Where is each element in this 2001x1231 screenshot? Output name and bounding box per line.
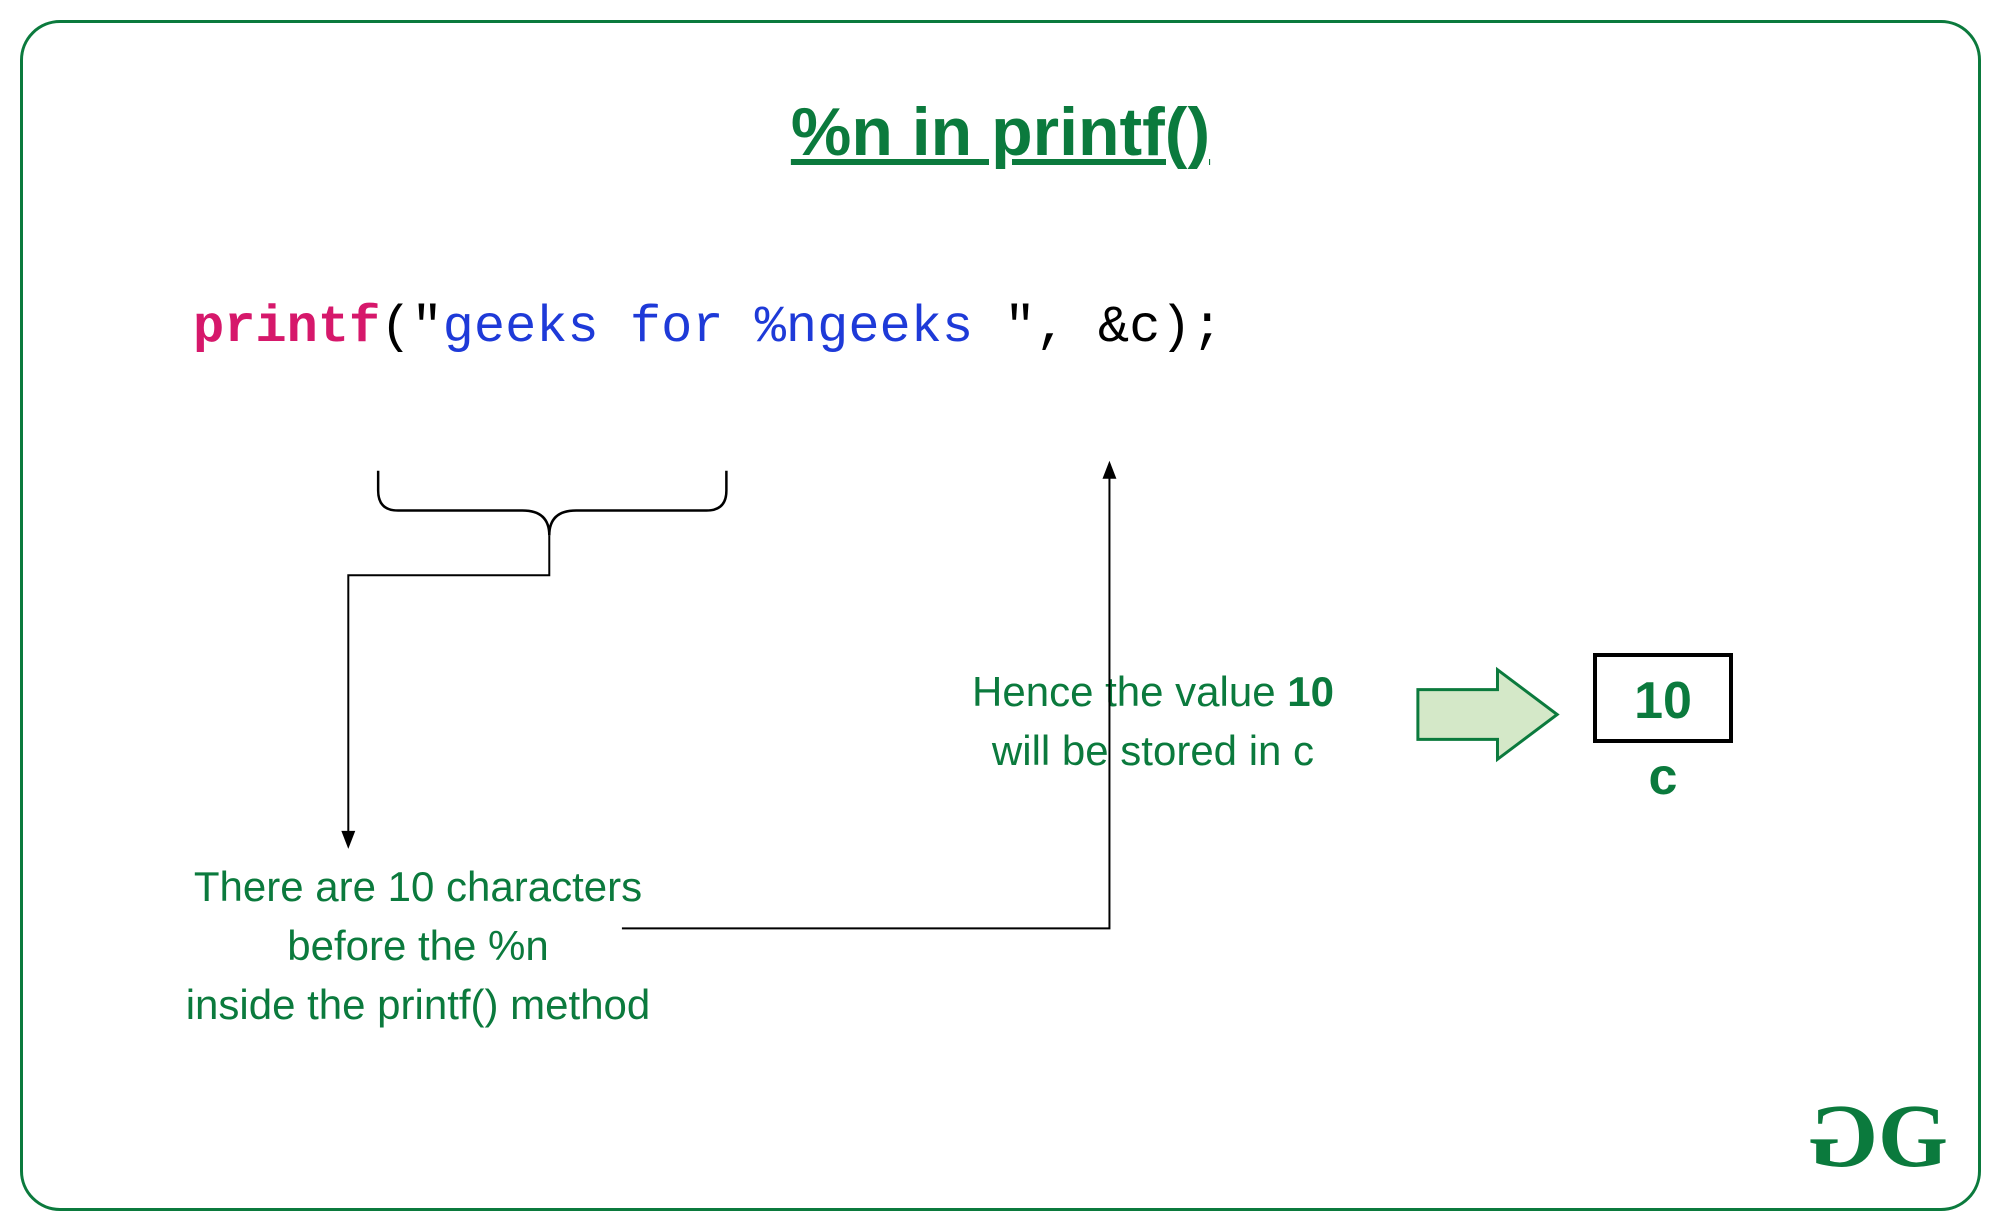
code-quote2: " — [1004, 298, 1035, 357]
arrowhead-left — [341, 831, 355, 849]
explain-stored-value: 10 — [1287, 668, 1334, 715]
arrowhead-up — [1102, 461, 1116, 479]
logo-g: G — [1878, 1087, 1938, 1186]
brace-icon — [378, 471, 726, 536]
code-open: ( — [380, 298, 411, 357]
big-arrow-icon — [1418, 670, 1557, 760]
value-box-label: c — [1593, 747, 1733, 807]
diagram-title: %n in printf() — [23, 93, 1978, 171]
value-box: 10 — [1593, 653, 1733, 743]
code-fn: printf — [193, 298, 380, 357]
code-tail: , &c); — [1036, 298, 1223, 357]
logo-g-flipped: G — [1818, 1085, 1878, 1188]
explain-stored: Hence the value 10 will be stored in c — [913, 663, 1393, 781]
explain-stored-prefix: Hence the value — [972, 668, 1287, 715]
geeksforgeeks-logo: GG — [1818, 1085, 1938, 1188]
code-line: printf("geeks for %ngeeks ", &c); — [193, 298, 1223, 357]
explain-characters: There are 10 charactersbefore the %ninsi… — [138, 858, 698, 1034]
code-string: geeks for %ngeeks — [443, 298, 1005, 357]
explain-stored-suffix: will be stored in c — [992, 727, 1314, 774]
connector-left — [348, 535, 549, 838]
diagram-frame: %n in printf() printf("geeks for %ngeeks… — [20, 20, 1981, 1211]
code-quote1: " — [411, 298, 442, 357]
